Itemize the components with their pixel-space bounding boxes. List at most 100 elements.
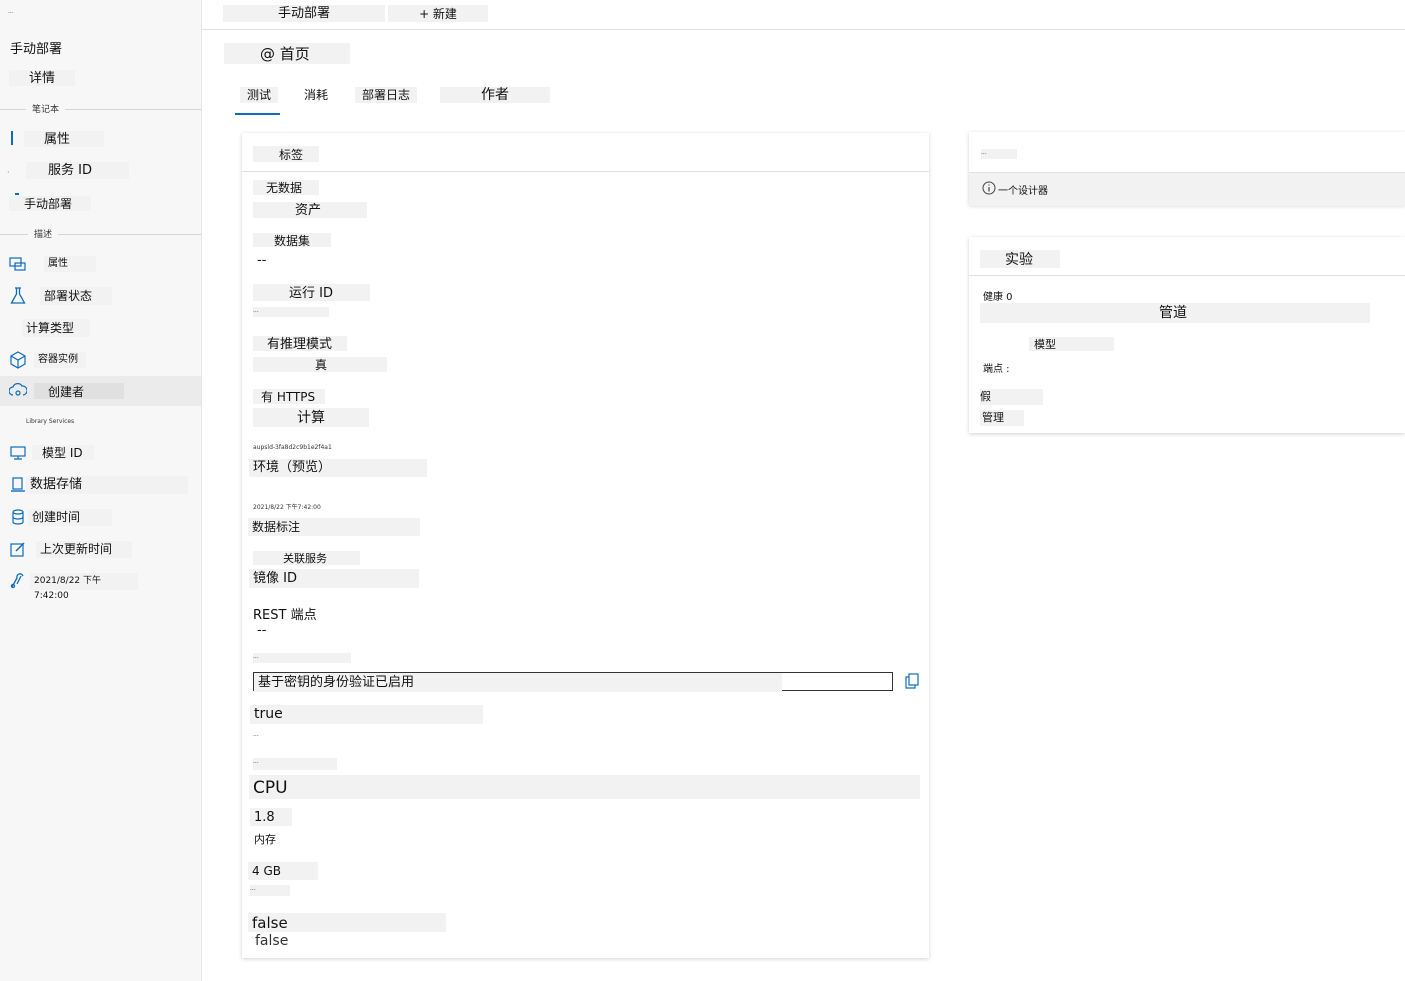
linked-services-label: 关联服务: [253, 551, 360, 565]
monitor-icon: [10, 446, 26, 460]
sidebar-item-label: 模型 ID: [32, 445, 94, 460]
info-icon: [982, 181, 996, 195]
edit-icon: [10, 542, 25, 557]
model-label: 模型: [1029, 337, 1114, 351]
tab-author[interactable]: 作者: [440, 87, 550, 103]
sidebar-item-last-updated[interactable]: 上次更新时间: [0, 534, 201, 564]
tiny-label-2: ...: [253, 731, 259, 738]
sidebar-item-label: 属性: [44, 256, 96, 272]
section-description: 描述: [0, 227, 201, 241]
compute-label: 计算: [253, 408, 369, 427]
compute-value: aupsld-3fa8d2c9b1e2f4a1: [253, 444, 332, 451]
manage-label: 管理: [980, 410, 1024, 426]
copy-icon[interactable]: [904, 673, 920, 689]
sidebar-item-timestamp[interactable]: 2021/8/22 下午7:42:00: [0, 566, 201, 601]
sidebar: ... 手动部署 详情 笔记本 属性 · 服务 ID 手动部署 描述 属性 部署…: [0, 0, 202, 981]
experiment-header: 实验: [980, 250, 1060, 268]
fake-label: 假: [980, 389, 1043, 405]
designer-note: 一个设计器: [998, 186, 1048, 197]
manual-deploy-button[interactable]: 手动部署: [223, 5, 385, 22]
dataset-value: --: [257, 253, 267, 268]
false-value-1: false: [248, 913, 446, 932]
sidebar-item-creator[interactable]: 创建者: [0, 376, 201, 406]
selection-indicator: [11, 131, 13, 145]
sidebar-item-label: 数据存储: [26, 476, 188, 494]
section-notebook: 笔记本: [0, 102, 201, 116]
sidebar-properties[interactable]: 属性: [24, 131, 104, 147]
inference-schema-label: 有推理模式: [253, 336, 347, 352]
linked-service-icon: [10, 573, 24, 589]
sidebar-item-compute-type[interactable]: 计算类型: [0, 313, 201, 343]
small-marker: [15, 193, 19, 195]
database-icon: [12, 509, 24, 525]
inference-schema-value: 真: [253, 357, 387, 372]
sidebar-item-label: 创建者: [34, 383, 124, 399]
cloud-eye-icon: [9, 383, 27, 396]
dot-icon: ·: [7, 168, 10, 177]
dataset-label: 数据集: [253, 233, 331, 248]
data-icon: [9, 257, 26, 271]
tab-deploy-logs[interactable]: 部署日志: [355, 87, 417, 103]
sidebar-item-label: 部署状态: [40, 287, 112, 305]
run-id-label: 运行 ID: [253, 284, 370, 301]
details-card: 标签 无数据 资产 数据集 -- 运行 ID ... 有推理模式 真 有 HTT…: [242, 133, 929, 958]
sidebar-item-label: 2021/8/22 下午7:42:00: [30, 573, 138, 601]
active-tab-indicator: [235, 113, 280, 115]
info-banner: 一个设计器: [969, 172, 1405, 206]
tiny-label-3: ...: [253, 758, 337, 770]
endpoint-label: 端点 :: [983, 364, 1010, 375]
rest-endpoint-label: REST 端点: [253, 608, 317, 623]
section-description-label: 描述: [28, 227, 59, 240]
environment-label: 环境（预览）: [249, 459, 427, 477]
health-label: 健康 0: [983, 292, 1013, 303]
breadcrumb[interactable]: @ 首页: [224, 43, 350, 64]
experiment-card: 实验 健康 0 管道 模型 端点 : 假 管理: [969, 237, 1405, 433]
card-header: 标签: [253, 146, 319, 162]
memory-value: 4 GB: [248, 862, 318, 880]
new-button[interactable]: + 新建: [388, 5, 488, 22]
section-notebook-label: 笔记本: [26, 102, 66, 115]
card-divider: [969, 275, 1405, 276]
data-labeling-label: 数据标注: [248, 518, 420, 536]
sidebar-item-label: 创建时间: [28, 509, 112, 526]
flask-icon: [10, 287, 26, 304]
sidebar-item-properties[interactable]: 属性: [0, 249, 201, 279]
memory-label: 内存: [254, 833, 276, 846]
sidebar-service-id[interactable]: 服务 ID: [26, 162, 129, 179]
https-label: 有 HTTPS: [253, 389, 325, 404]
run-id-value: ...: [253, 307, 329, 317]
cube-icon: [10, 351, 26, 369]
tiny-label-4: ...: [250, 885, 290, 896]
sidebar-details-link[interactable]: 详情: [9, 70, 75, 86]
sidebar-item-deploy-status[interactable]: 部署状态: [0, 281, 201, 311]
sidebar-item-label: 计算类型: [22, 319, 90, 337]
tab-test[interactable]: 测试: [240, 87, 278, 103]
true-value: true: [250, 705, 483, 724]
info-card: ... 一个设计器: [969, 132, 1405, 206]
sidebar-item-created-time[interactable]: 创建时间: [0, 502, 201, 532]
tab-consume[interactable]: 消耗: [304, 87, 328, 103]
false-value-2: false: [255, 933, 289, 949]
labeling-icon: [11, 477, 25, 492]
sidebar-item-label: 上次更新时间: [36, 541, 132, 558]
image-id-label: 镜像 ID: [249, 569, 419, 588]
sidebar-item-datastore[interactable]: 数据存储: [0, 470, 201, 500]
sidebar-item-container-instance[interactable]: 容器实例: [0, 345, 201, 375]
tags-no-data: 无数据: [253, 180, 319, 195]
sidebar-item-label: 容器实例: [34, 352, 86, 368]
info-card-title: ...: [981, 149, 1017, 159]
sidebar-item-model-id[interactable]: 模型 ID: [0, 438, 201, 468]
tiny-label-1: ...: [253, 653, 351, 663]
created-on-value: 2021/8/22 下午7:42:00: [253, 504, 321, 511]
sidebar-title: 手动部署: [10, 42, 63, 57]
key-auth-field[interactable]: 基于密钥的身份验证已启用: [253, 672, 893, 692]
pipeline-label: 管道: [980, 303, 1370, 323]
sidebar-manual-deploy[interactable]: 手动部署: [9, 196, 91, 211]
rest-endpoint-value: --: [257, 623, 267, 638]
cpu-label: CPU: [249, 775, 920, 799]
sidebar-tiny-header: ...: [8, 8, 14, 15]
section-tiny-label: Library Services: [26, 418, 75, 425]
top-toolbar: 手动部署 + 新建: [202, 0, 1405, 30]
key-auth-text: 基于密钥的身份验证已启用: [254, 673, 782, 692]
assets-label: 资产: [253, 202, 367, 218]
